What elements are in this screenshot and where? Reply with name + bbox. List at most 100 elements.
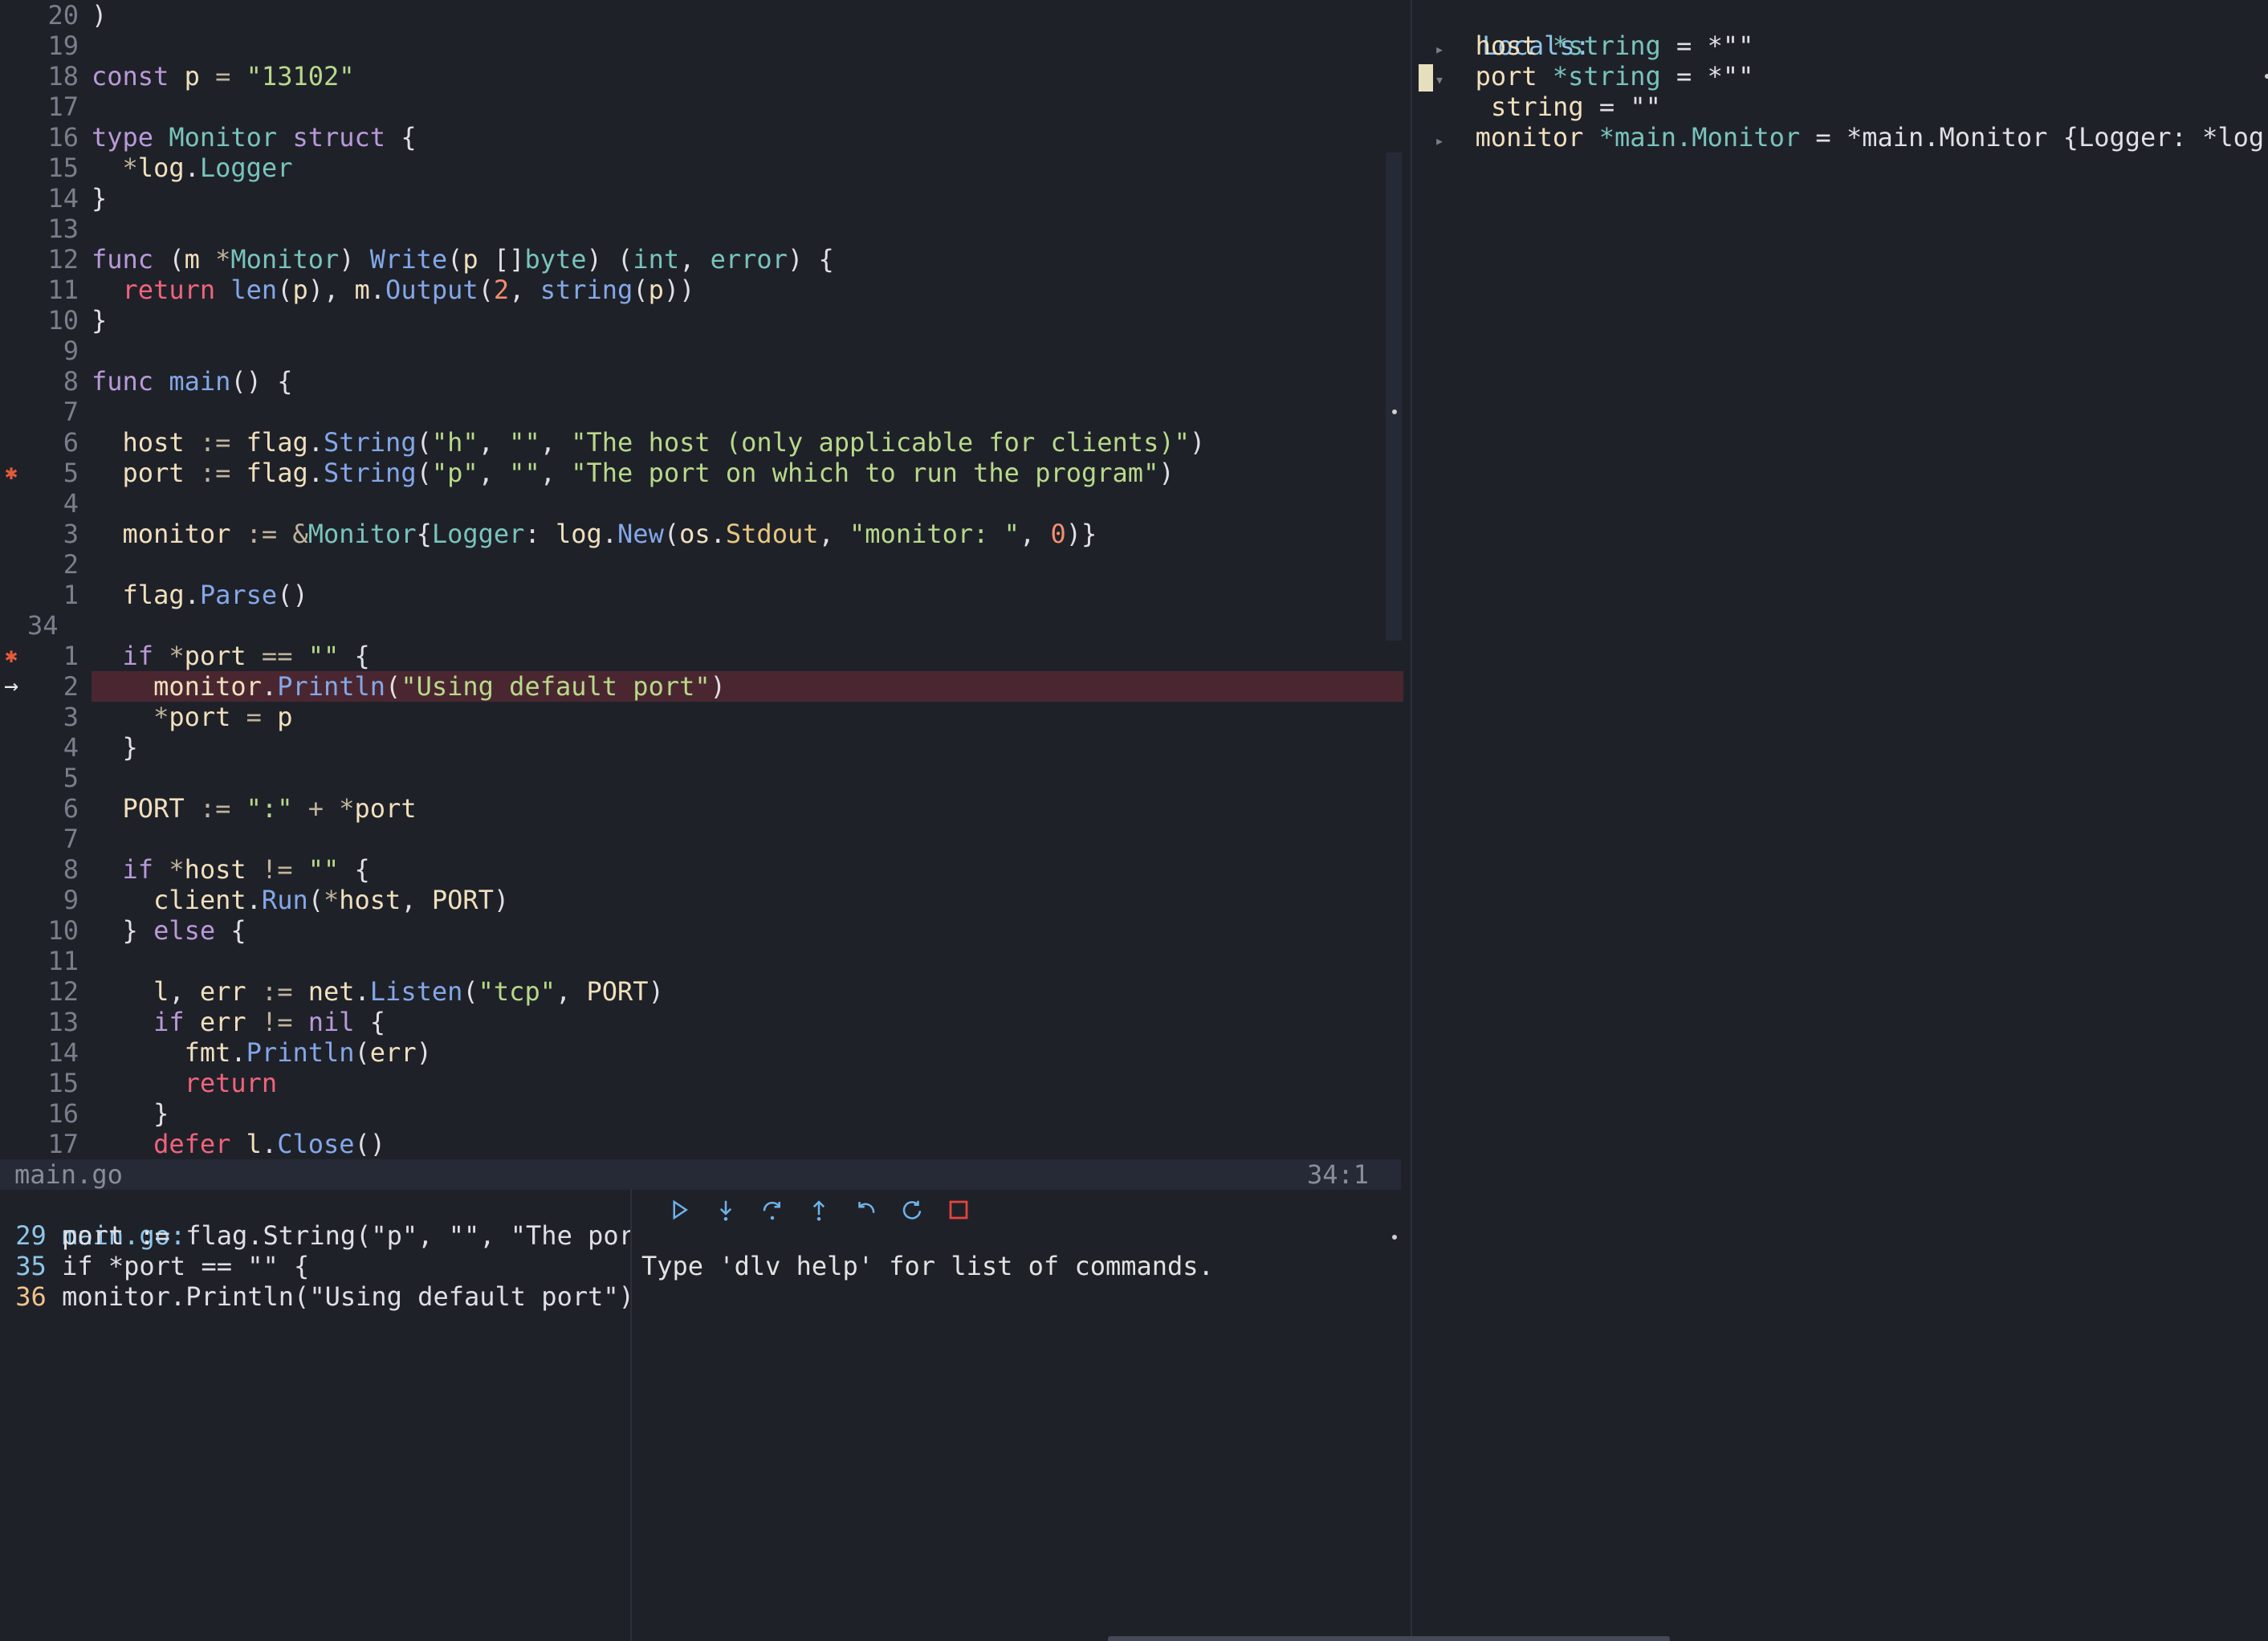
code-line[interactable]: 8 if *host != "" { (0, 854, 1409, 885)
line-number: 9 (63, 885, 79, 915)
variable-value: = *main.Monitor {Logger: *log.L (1815, 122, 2268, 153)
code-line[interactable]: 17 (0, 92, 1409, 122)
step-back-icon[interactable] (850, 1195, 881, 1225)
code-line[interactable]: 2 (0, 549, 1409, 580)
code-line[interactable]: 5 (0, 763, 1409, 793)
code-line[interactable]: 11 return len(p), m.Output(2, string(p)) (0, 275, 1409, 305)
code-line[interactable]: 6 PORT := ":" + *port (0, 793, 1409, 824)
code-line[interactable]: 3 *port = p (0, 702, 1409, 732)
line-number: 1 (63, 641, 79, 671)
locals-variable-string[interactable]: string = "" (1491, 92, 1661, 122)
code-line[interactable]: 16 } (0, 1098, 1409, 1129)
line-number: 16 (47, 122, 79, 153)
stop-icon[interactable] (943, 1195, 974, 1225)
code-line[interactable]: 16 type Monitor struct { (0, 122, 1409, 153)
code-line[interactable]: 13 if err != nil { (0, 1007, 1409, 1037)
line-number: 13 (47, 214, 79, 244)
breakpoint-entry[interactable]: 36 monitor.Println("Using default port") (0, 1281, 632, 1312)
code-line[interactable]: 7 (0, 397, 1409, 427)
code-text: } else { (122, 915, 246, 946)
code-line[interactable]: 12 func (m *Monitor) Write(p []byte) (int… (0, 244, 1409, 275)
code-line[interactable]: 10} (0, 305, 1409, 336)
breakpoint-code: port := flag.String("p", "", "The por (62, 1220, 632, 1251)
line-number: 3 (63, 702, 79, 732)
code-line[interactable]: 8 func main() { (0, 366, 1409, 397)
code-text: port := flag.String("p", "", "The port o… (122, 458, 1175, 488)
code-text: type Monitor struct { (92, 122, 417, 153)
breakpoint-entry[interactable]: 35 if *port == "" { (0, 1251, 309, 1281)
code-line[interactable]: ✱ 1 if *port == "" { (0, 641, 1409, 671)
code-text: monitor.Println("Using default port") (153, 671, 726, 702)
code-line[interactable]: 13 (0, 214, 1409, 244)
breakpoint-code: monitor.Println("Using default port") (62, 1281, 632, 1312)
current-execution-line[interactable]: → 2 monitor.Println("Using default port") (0, 671, 1409, 702)
continue-icon[interactable] (664, 1195, 694, 1225)
code-line[interactable]: 19 (0, 31, 1409, 61)
code-line[interactable]: 14 fmt.Println(err) (0, 1037, 1409, 1068)
variable-type: *string (1552, 31, 1661, 61)
step-into-icon[interactable] (711, 1195, 741, 1225)
variable-name: monitor (1475, 122, 1584, 153)
line-number: 1 (63, 580, 79, 610)
locals-variable-port[interactable]: ▾ port *string = *"" (1435, 61, 1753, 92)
code-line[interactable]: 15 *log.Logger (0, 153, 1409, 183)
code-text: ) (92, 0, 108, 31)
code-line[interactable]: 34 (0, 610, 1409, 641)
code-line[interactable]: 20) (0, 0, 1409, 31)
locals-variable-monitor[interactable]: ▸ monitor *main.Monitor = *main.Monitor … (1435, 122, 2268, 153)
code-line[interactable]: 7 (0, 824, 1409, 854)
dap-scopes-pane[interactable]: Locals: ▸ host *string = *"" ▾ port *stri… (1411, 0, 2268, 1641)
line-number: 12 (47, 976, 79, 1007)
code-line[interactable]: 14} (0, 183, 1409, 214)
code-text: if *port == "" { (122, 641, 370, 671)
line-number: 10 (47, 305, 79, 336)
locals-header: Locals: (1420, 0, 1590, 61)
code-line[interactable]: 10 } else { (0, 915, 1409, 946)
code-line[interactable]: 1 flag.Parse() (0, 580, 1409, 610)
code-text: fmt.Println(err) (184, 1037, 432, 1068)
code-line[interactable]: 4 (0, 488, 1409, 519)
breakpoint-entry[interactable]: 29 port := flag.String("p", "", "The por (0, 1220, 632, 1251)
breakpoints-file[interactable]: main.go: (0, 1190, 185, 1251)
code-line[interactable]: 17 defer l.Close() (0, 1129, 1409, 1159)
code-line[interactable]: 4 } (0, 732, 1409, 763)
step-out-icon[interactable] (804, 1195, 834, 1225)
code-line[interactable]: 9 (0, 336, 1409, 366)
code-text: return (184, 1068, 278, 1098)
code-line[interactable]: 6 host := flag.String("h", "", "The host… (0, 427, 1409, 458)
chevron-right-icon[interactable]: ▸ (1435, 131, 1444, 150)
code-line[interactable]: 11 (0, 946, 1409, 976)
arrow-right-icon[interactable]: → (0, 671, 22, 702)
line-number: 2 (63, 671, 79, 702)
line-number: 7 (63, 824, 79, 854)
restart-icon[interactable] (897, 1195, 927, 1225)
line-number: 2 (63, 549, 79, 580)
code-line[interactable]: 15 return (0, 1068, 1409, 1098)
chevron-right-icon[interactable]: ▸ (1435, 39, 1444, 59)
line-number: 11 (47, 946, 79, 976)
line-number: 3 (63, 519, 79, 549)
code-line[interactable]: 9 client.Run(*host, PORT) (0, 885, 1409, 915)
code-line[interactable]: 3 monitor := &Monitor{Logger: log.New(os… (0, 519, 1409, 549)
code-text: func (m *Monitor) Write(p []byte) (int, … (92, 244, 834, 275)
chevron-down-icon[interactable]: ▾ (1435, 70, 1444, 89)
code-line[interactable]: 12 l, err := net.Listen("tcp", PORT) (0, 976, 1409, 1007)
code-editor[interactable]: 20) 19 18 const p = "13102" 17 16 type Monitor… (0, 0, 1409, 1159)
step-over-icon[interactable] (757, 1195, 788, 1225)
breakpoints-pane[interactable]: main.go: 29 port := flag.String("p", "",… (0, 1190, 632, 1641)
bug-icon[interactable]: ✱ (0, 641, 22, 671)
bug-icon[interactable]: ✱ (0, 458, 22, 488)
dap-repl-pane[interactable]: Type 'dlv help' for list of commands. (632, 1190, 1409, 1641)
line-number: 4 (63, 488, 79, 519)
variable-value: = "" (1598, 92, 1661, 122)
line-number: 8 (63, 854, 79, 885)
editor-scrollbar[interactable] (1386, 153, 1402, 641)
line-number: 8 (63, 366, 79, 397)
code-text: client.Run(*host, PORT) (153, 885, 510, 915)
locals-variable-host[interactable]: ▸ host *string = *"" (1435, 31, 1753, 61)
code-line[interactable]: ✱ 5 port := flag.String("p", "", "The por… (0, 458, 1409, 488)
cursor-block (1419, 64, 1433, 92)
breakpoint-line-number: 29 (15, 1220, 47, 1251)
code-line[interactable]: 18 const p = "13102" (0, 61, 1409, 92)
line-number: 15 (47, 1068, 79, 1098)
